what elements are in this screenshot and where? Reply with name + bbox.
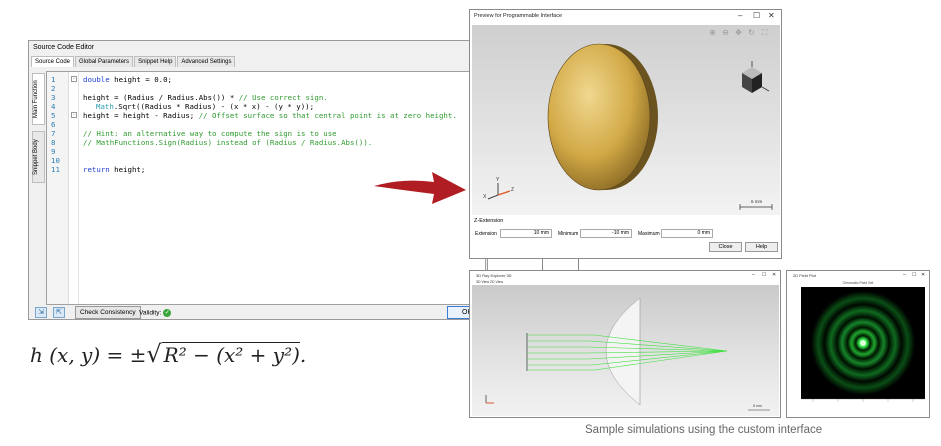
extension-label: Extension <box>475 231 497 237</box>
lens-render: + Y X Z 6 mm <box>483 43 773 210</box>
check-consistency-button[interactable]: Check Consistency <box>75 306 141 319</box>
code-line-3: height = (Radius / Radius.Abs()) * // Us… <box>83 93 328 102</box>
line-number: 11 <box>51 165 60 174</box>
ray-render: 5 mm <box>485 297 770 411</box>
sqrt-symbol: √ <box>146 340 162 368</box>
line-number: 8 <box>51 138 56 147</box>
code-line-4: Math.Sqrt((Radius * Radius) - (x * x) - … <box>96 102 314 111</box>
line-number: 9 <box>51 147 56 156</box>
caption: Sample simulations using the custom inte… <box>585 424 823 436</box>
editor-title: Source Code Editor <box>33 44 95 51</box>
field-plot <box>801 287 925 402</box>
scale-bar-label: 6 mm <box>751 199 763 204</box>
code-keyword: double <box>83 75 110 84</box>
maximize-icon[interactable]: ☐ <box>762 272 766 278</box>
fold-toggle-icon[interactable]: - <box>71 112 77 118</box>
preview-window: Preview for Programmable Interface – ☐ ✕… <box>469 9 782 259</box>
minimize-icon[interactable]: – <box>738 11 742 20</box>
connector-line <box>542 258 543 270</box>
ray-viewport[interactable]: 5 mm <box>472 285 779 416</box>
code-text: height = (Radius / Radius.Abs()) * <box>83 93 239 102</box>
code-type: Math <box>96 102 114 111</box>
code-line-7: // Hint: an alternative way to compute t… <box>83 129 337 138</box>
close-icon[interactable]: ✕ <box>768 11 775 20</box>
code-text: .Sqrt((Radius * Radius) - (x * x) - (y *… <box>113 102 315 111</box>
import-icon[interactable]: ⇲ <box>35 307 47 318</box>
tab-snippet-help[interactable]: Snippet Help <box>134 56 177 67</box>
surface-formula: h (x, y) = ±√ R² − (x² + y²). <box>30 340 306 368</box>
maximize-icon[interactable]: ☐ <box>912 272 916 278</box>
check-icon: ✓ <box>163 309 172 317</box>
tab-source-code[interactable]: Source Code <box>31 56 75 67</box>
validity-label: Validity: <box>139 309 162 317</box>
field-window-title: 2D Field Plot <box>793 273 816 278</box>
close-icon[interactable]: ✕ <box>921 272 925 278</box>
svg-text:Y: Y <box>496 177 500 183</box>
red-arrow-graphic <box>374 172 466 204</box>
validity-indicator: Validity: ✓ <box>139 309 172 317</box>
code-keyword: return <box>83 165 110 174</box>
code-comment: // Use correct sign. <box>238 93 328 102</box>
code-text: height; <box>109 165 146 174</box>
maximum-label: Maximum <box>638 231 660 237</box>
editor-bottom-bar: ⇲ ⇱ Check Consistency Validity: ✓ OK <box>29 306 487 320</box>
ray-scale-label: 5 mm <box>753 404 762 408</box>
field-plot-window: 2D Field Plot – ☐ ✕ Chromatic Field Set <box>786 270 930 418</box>
minimize-icon[interactable]: – <box>903 272 906 278</box>
line-number: 5 <box>51 111 56 120</box>
export-icon[interactable]: ⇱ <box>53 307 65 318</box>
tab-2d-view[interactable]: 2D View <box>490 280 503 284</box>
code-comment: // Offset surface so that central point … <box>198 111 457 120</box>
svg-text:Z: Z <box>511 187 514 193</box>
minimum-field[interactable]: -10 mm <box>580 229 632 238</box>
code-text: height = 0.0; <box>109 75 172 84</box>
line-number: 2 <box>51 84 56 93</box>
extension-field[interactable]: 10 mm <box>500 229 552 238</box>
editor-tabs: Source Code Global Parameters Snippet He… <box>31 56 236 67</box>
code-line-1: double height = 0.0; <box>83 75 172 84</box>
formula-end: . <box>299 343 307 367</box>
connector-line <box>578 258 579 270</box>
field-plot-header: Chromatic Field Set <box>842 281 874 285</box>
close-button[interactable]: Close <box>709 242 742 252</box>
help-button[interactable]: Help <box>745 242 778 252</box>
side-tab-snippet-body[interactable]: Snippet Body <box>32 131 45 183</box>
code-line-5: height = height - Radius; // Offset surf… <box>83 111 457 120</box>
minimize-icon[interactable]: – <box>752 272 755 278</box>
code-text: height = height - Radius; <box>83 111 199 120</box>
formula-radicand: R² − (x² + y²) <box>161 342 300 367</box>
formula-lhs: h (x, y) = ± <box>30 343 147 367</box>
minimum-label: Minimum <box>558 231 579 237</box>
editor-side-tabs: Main Function Snippet Body <box>32 71 46 326</box>
maximize-icon[interactable]: ☐ <box>753 11 760 20</box>
line-number: 10 <box>51 156 60 165</box>
ray-tracing-window: 3D Ray Explorer 3D – ☐ ✕ 3D View 2D View <box>469 270 781 418</box>
line-number: 4 <box>51 102 56 111</box>
svg-text:X: X <box>483 194 487 200</box>
z-extension-title: Z-Extension <box>474 218 504 224</box>
line-number: 6 <box>51 120 56 129</box>
preview-title: Preview for Programmable Interface <box>474 13 563 19</box>
fold-bar: - - <box>69 72 79 304</box>
tab-advanced-settings[interactable]: Advanced Settings <box>177 56 236 67</box>
line-number: 1 <box>51 75 56 84</box>
fold-toggle-icon[interactable]: - <box>71 76 77 82</box>
ray-window-title: 3D Ray Explorer 3D <box>476 273 512 278</box>
side-tab-main-function[interactable]: Main Function <box>32 73 45 125</box>
tab-global-parameters[interactable]: Global Parameters <box>75 56 134 67</box>
line-number-gutter: 1 2 3 4 5 6 7 8 9 10 11 <box>47 72 69 304</box>
code-line-8: // MathFunctions.Sign(Radius) instead of… <box>83 138 373 147</box>
code-line-11: return height; <box>83 165 145 174</box>
line-number: 3 <box>51 93 56 102</box>
line-number: 7 <box>51 129 56 138</box>
3d-viewport[interactable]: ⊕ ⊖ ✥ ↻ ⛶ + Y X Z 6 mm <box>472 25 780 215</box>
tab-3d-view[interactable]: 3D View <box>476 280 489 284</box>
close-icon[interactable]: ✕ <box>772 272 776 278</box>
maximum-field[interactable]: 0 mm <box>661 229 713 238</box>
svg-text:+: + <box>650 106 653 112</box>
